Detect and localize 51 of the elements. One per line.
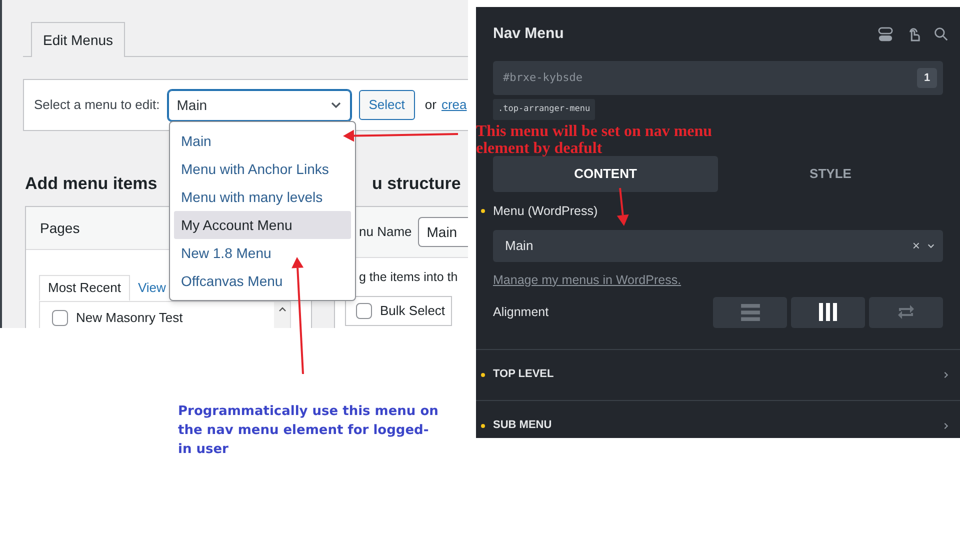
page-item: New Masonry Test xyxy=(76,309,183,327)
checkbox[interactable] xyxy=(52,310,68,326)
or-text: or xyxy=(424,96,436,114)
field-label: Alignment xyxy=(493,304,549,321)
create-link[interactable]: crea xyxy=(441,95,467,115)
menu-name-label: nu Name xyxy=(359,223,412,242)
annotation-text: Programmatically use this menu on the nav menu element for logged-in user xyxy=(178,403,440,459)
section-header[interactable]: TOP LEVEL xyxy=(476,348,960,400)
scroll-up-icon xyxy=(278,305,286,314)
panel-title: Nav Menu xyxy=(493,24,564,44)
alignment-button[interactable] xyxy=(791,296,865,328)
dropdown-option[interactable]: Menu with many levels xyxy=(174,183,351,211)
panel-title: Pages xyxy=(40,218,80,238)
field-label: Menu (WordPress) xyxy=(493,203,598,220)
arrow xyxy=(616,188,629,226)
bulk-select-box[interactable]: Bulk Select xyxy=(345,296,452,326)
element-id-field[interactable]: #brxe-kybsde 1 xyxy=(493,61,943,95)
count-badge: 1 xyxy=(917,68,937,88)
dropdown-option[interactable]: Main xyxy=(174,127,351,155)
columns-icon xyxy=(819,303,837,321)
instruction-text: g the items into th xyxy=(358,269,459,286)
tab[interactable]: Edit Menus xyxy=(31,22,126,57)
dropdown-option[interactable]: Offcanvas Menu xyxy=(174,267,351,295)
class-tag[interactable]: .top-arranger-menu xyxy=(493,99,596,120)
section-heading: u structure xyxy=(371,173,462,195)
search-icon[interactable] xyxy=(934,27,948,41)
dropdown-option[interactable]: Menu with Anchor Links xyxy=(174,155,351,183)
chevron-right-icon xyxy=(942,370,950,378)
tab[interactable]: View xyxy=(130,275,174,301)
wrap-arrows-icon xyxy=(897,304,915,320)
menu-select[interactable]: Main × xyxy=(493,230,943,262)
tab[interactable]: CONTENT xyxy=(493,156,718,192)
chevron-down-icon xyxy=(927,242,935,250)
section-heading: Add menu items xyxy=(25,173,158,195)
checkbox[interactable] xyxy=(356,302,372,319)
rows-icon xyxy=(740,304,760,320)
clear-button[interactable]: × xyxy=(912,239,920,252)
annotation-text: This menu will be set on nav menu element by deafult xyxy=(476,123,714,157)
select-button[interactable]: Select xyxy=(358,90,415,120)
bulk-select-label: Bulk Select xyxy=(380,302,446,320)
section-header[interactable]: SUB MENU xyxy=(476,400,960,450)
toggle-icon[interactable] xyxy=(878,26,893,42)
dropdown-option[interactable]: New 1.8 Menu xyxy=(174,239,351,267)
menu-select[interactable]: Main xyxy=(168,90,351,120)
manage-menus-link[interactable]: Manage my menus in WordPress. xyxy=(493,272,682,287)
menu-name-field[interactable]: Main xyxy=(418,217,468,247)
select-label: Select a menu to edit: xyxy=(34,96,160,114)
chevron-right-icon xyxy=(942,422,950,430)
dropdown-option[interactable]: My Account Menu xyxy=(174,211,351,239)
tab[interactable]: Most Recent xyxy=(39,275,130,301)
tab[interactable]: STYLE xyxy=(718,156,943,192)
